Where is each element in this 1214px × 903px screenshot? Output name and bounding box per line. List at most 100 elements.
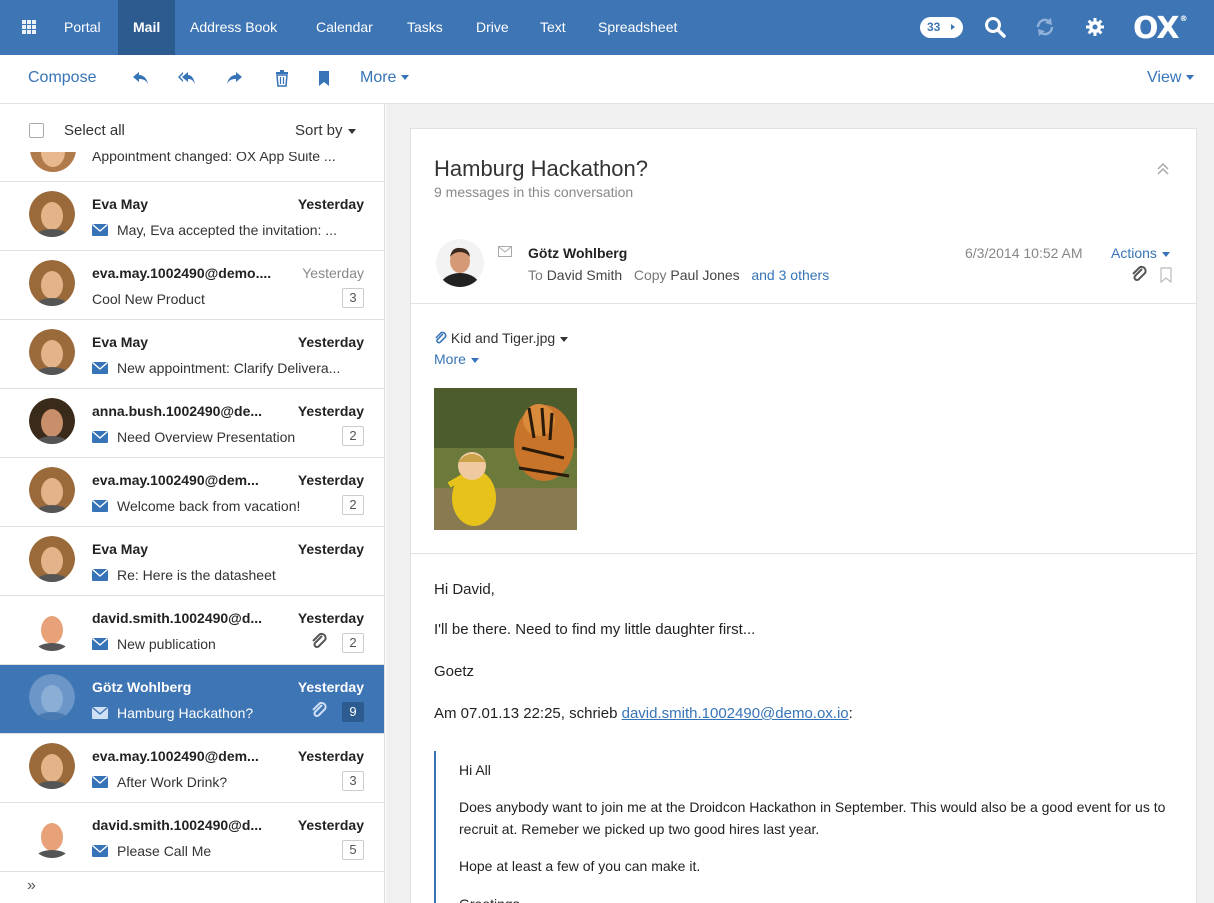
quote-email-link[interactable]: david.smith.1002490@demo.ox.io (622, 705, 849, 722)
unread-envelope-icon[interactable] (92, 500, 108, 512)
message-list-pane: Select all Sort by Appointment changed: … (0, 104, 385, 903)
more-recipients-link[interactable]: and 3 others (751, 267, 829, 283)
list-item[interactable]: david.smith.1002490@d... Yesterday New pub… (0, 596, 384, 665)
list-item[interactable]: anna.bush.1002490@de... Yesterday Need Ove… (0, 389, 384, 458)
view-label: View (1147, 69, 1182, 86)
expand-folder-tree-button[interactable]: » (27, 877, 36, 895)
attachment-more-button[interactable]: More (434, 351, 479, 367)
list-item-date: Yesterday (297, 817, 364, 833)
more-label: More (360, 69, 397, 86)
tab-text[interactable]: Text (540, 0, 566, 55)
list-item-subject: Hamburg Hackathon? (117, 705, 254, 721)
list-item-sender: david.smith.1002490@d... (92, 610, 263, 626)
gear-icon[interactable] (1083, 15, 1107, 39)
unread-envelope-icon[interactable] (92, 776, 108, 788)
to-label: To (528, 267, 543, 283)
tab-tasks[interactable]: Tasks (407, 0, 443, 55)
recipient-copy[interactable]: Paul Jones (670, 267, 739, 283)
reply-icon[interactable] (131, 68, 151, 88)
list-item[interactable]: eva.may.1002490@dem... Yesterday After Wor… (0, 734, 384, 803)
list-item[interactable]: eva.may.1002490@demo.... Yesterday Cool Ne… (0, 251, 384, 320)
list-item-sender: eva.may.1002490@dem... (92, 472, 259, 488)
avatar (30, 152, 76, 172)
refresh-icon[interactable] (1033, 15, 1057, 39)
list-item[interactable]: Appointment changed: OX App Suite ... (0, 152, 384, 182)
recipients-line: To David Smith Copy Paul Jones and 3 oth… (528, 267, 829, 283)
list-item-date: Yesterday (297, 748, 364, 764)
unread-envelope-icon[interactable] (92, 224, 108, 236)
conversation-detail: Hamburg Hackathon? 9 messages in this co… (410, 128, 1197, 903)
list-item[interactable]: Eva May Yesterday May, Eva accepted the in… (0, 182, 384, 251)
list-item[interactable]: Eva May Yesterday New appointment: Clarify… (0, 320, 384, 389)
actions-menu-button[interactable]: Actions (1111, 245, 1170, 261)
tab-mail[interactable]: Mail (118, 0, 176, 55)
recipient-to[interactable]: David Smith (547, 267, 622, 283)
thread-count-badge[interactable]: 9 (342, 702, 364, 722)
unread-envelope-icon[interactable] (92, 362, 108, 374)
quote-paragraph: Does anybody want to join me at the Droi… (459, 799, 1166, 837)
thread-count-badge[interactable]: 2 (342, 633, 364, 653)
list-item[interactable]: david.smith.1002490@d... Yesterday Please … (0, 803, 384, 872)
delete-icon[interactable] (272, 68, 292, 88)
unread-envelope-icon[interactable] (92, 569, 108, 581)
select-all-checkbox[interactable] (29, 123, 44, 138)
thread-count-badge[interactable]: 3 (342, 288, 364, 308)
list-item-sender: Götz Wohlberg (92, 679, 192, 695)
unread-envelope-icon[interactable] (92, 638, 108, 650)
thread-count-badge[interactable]: 5 (342, 840, 364, 860)
collapse-icon[interactable] (1156, 162, 1170, 176)
avatar (29, 743, 75, 789)
tab-calendar[interactable]: Calendar (316, 0, 373, 55)
sort-by-button[interactable]: Sort by (295, 122, 356, 139)
thread-count-badge[interactable]: 2 (342, 495, 364, 515)
list-item-subject: May, Eva accepted the invitation: ... (117, 222, 337, 238)
avatar (436, 239, 484, 287)
thread-count-badge[interactable]: 3 (342, 771, 364, 791)
envelope-icon (498, 246, 512, 257)
avatar (29, 191, 75, 237)
list-item-subject: Welcome back from vacation! (117, 498, 301, 514)
avatar (29, 467, 75, 513)
list-item-date: Yesterday (297, 403, 364, 419)
attachment-more-label: More (434, 351, 466, 367)
list-item[interactable]: Eva May Yesterday Re: Here is the datashee… (0, 527, 384, 596)
view-menu-button[interactable]: View (1147, 69, 1195, 87)
tab-portal[interactable]: Portal (64, 0, 101, 55)
list-item-sender: Eva May (92, 541, 149, 557)
paperclip-icon (435, 331, 447, 344)
more-menu-button[interactable]: More (360, 69, 410, 87)
list-item-sender: Eva May (92, 196, 149, 212)
list-item-subject: After Work Drink? (117, 774, 228, 790)
attachment-thumbnail[interactable] (434, 388, 577, 530)
list-item-subject: Need Overview Presentation (117, 429, 296, 445)
chevron-down-icon (560, 336, 569, 342)
compose-button[interactable]: Compose (28, 69, 96, 87)
notification-badge[interactable]: 33 (920, 17, 963, 38)
apps-grid-icon[interactable] (22, 20, 36, 34)
list-item-sender: david.smith.1002490@d... (92, 817, 263, 833)
paperclip-icon (312, 632, 327, 648)
unread-envelope-icon[interactable] (92, 431, 108, 443)
list-item-date: Yesterday (302, 265, 364, 281)
tab-spreadsheet[interactable]: Spreadsheet (598, 0, 677, 55)
conversation-count: 9 messages in this conversation (434, 184, 634, 200)
sender-name[interactable]: Götz Wohlberg (528, 245, 627, 261)
attachment-dropdown[interactable]: Kid and Tiger.jpg (434, 330, 569, 346)
list-item[interactable]: Götz Wohlberg Yesterday Hamburg Hackathon?… (0, 665, 384, 734)
reply-all-icon[interactable] (177, 68, 197, 88)
select-all-label[interactable]: Select all (64, 122, 125, 139)
list-item-date: Yesterday (297, 679, 364, 695)
unread-envelope-icon[interactable] (92, 707, 108, 719)
divider (411, 303, 1196, 304)
forward-icon[interactable] (224, 68, 244, 88)
flag-icon[interactable] (314, 68, 334, 88)
quote-intro: Am 07.01.13 22:25, schrieb david.smith.1… (434, 705, 853, 722)
list-item[interactable]: eva.may.1002490@dem... Yesterday Welcome b… (0, 458, 384, 527)
thread-count-badge[interactable]: 2 (342, 426, 364, 446)
search-icon[interactable] (983, 15, 1007, 39)
flag-icon[interactable] (1160, 267, 1172, 283)
unread-envelope-icon[interactable] (92, 845, 108, 857)
tab-drive[interactable]: Drive (476, 0, 509, 55)
avatar (29, 398, 75, 444)
tab-address-book[interactable]: Address Book (190, 0, 277, 55)
